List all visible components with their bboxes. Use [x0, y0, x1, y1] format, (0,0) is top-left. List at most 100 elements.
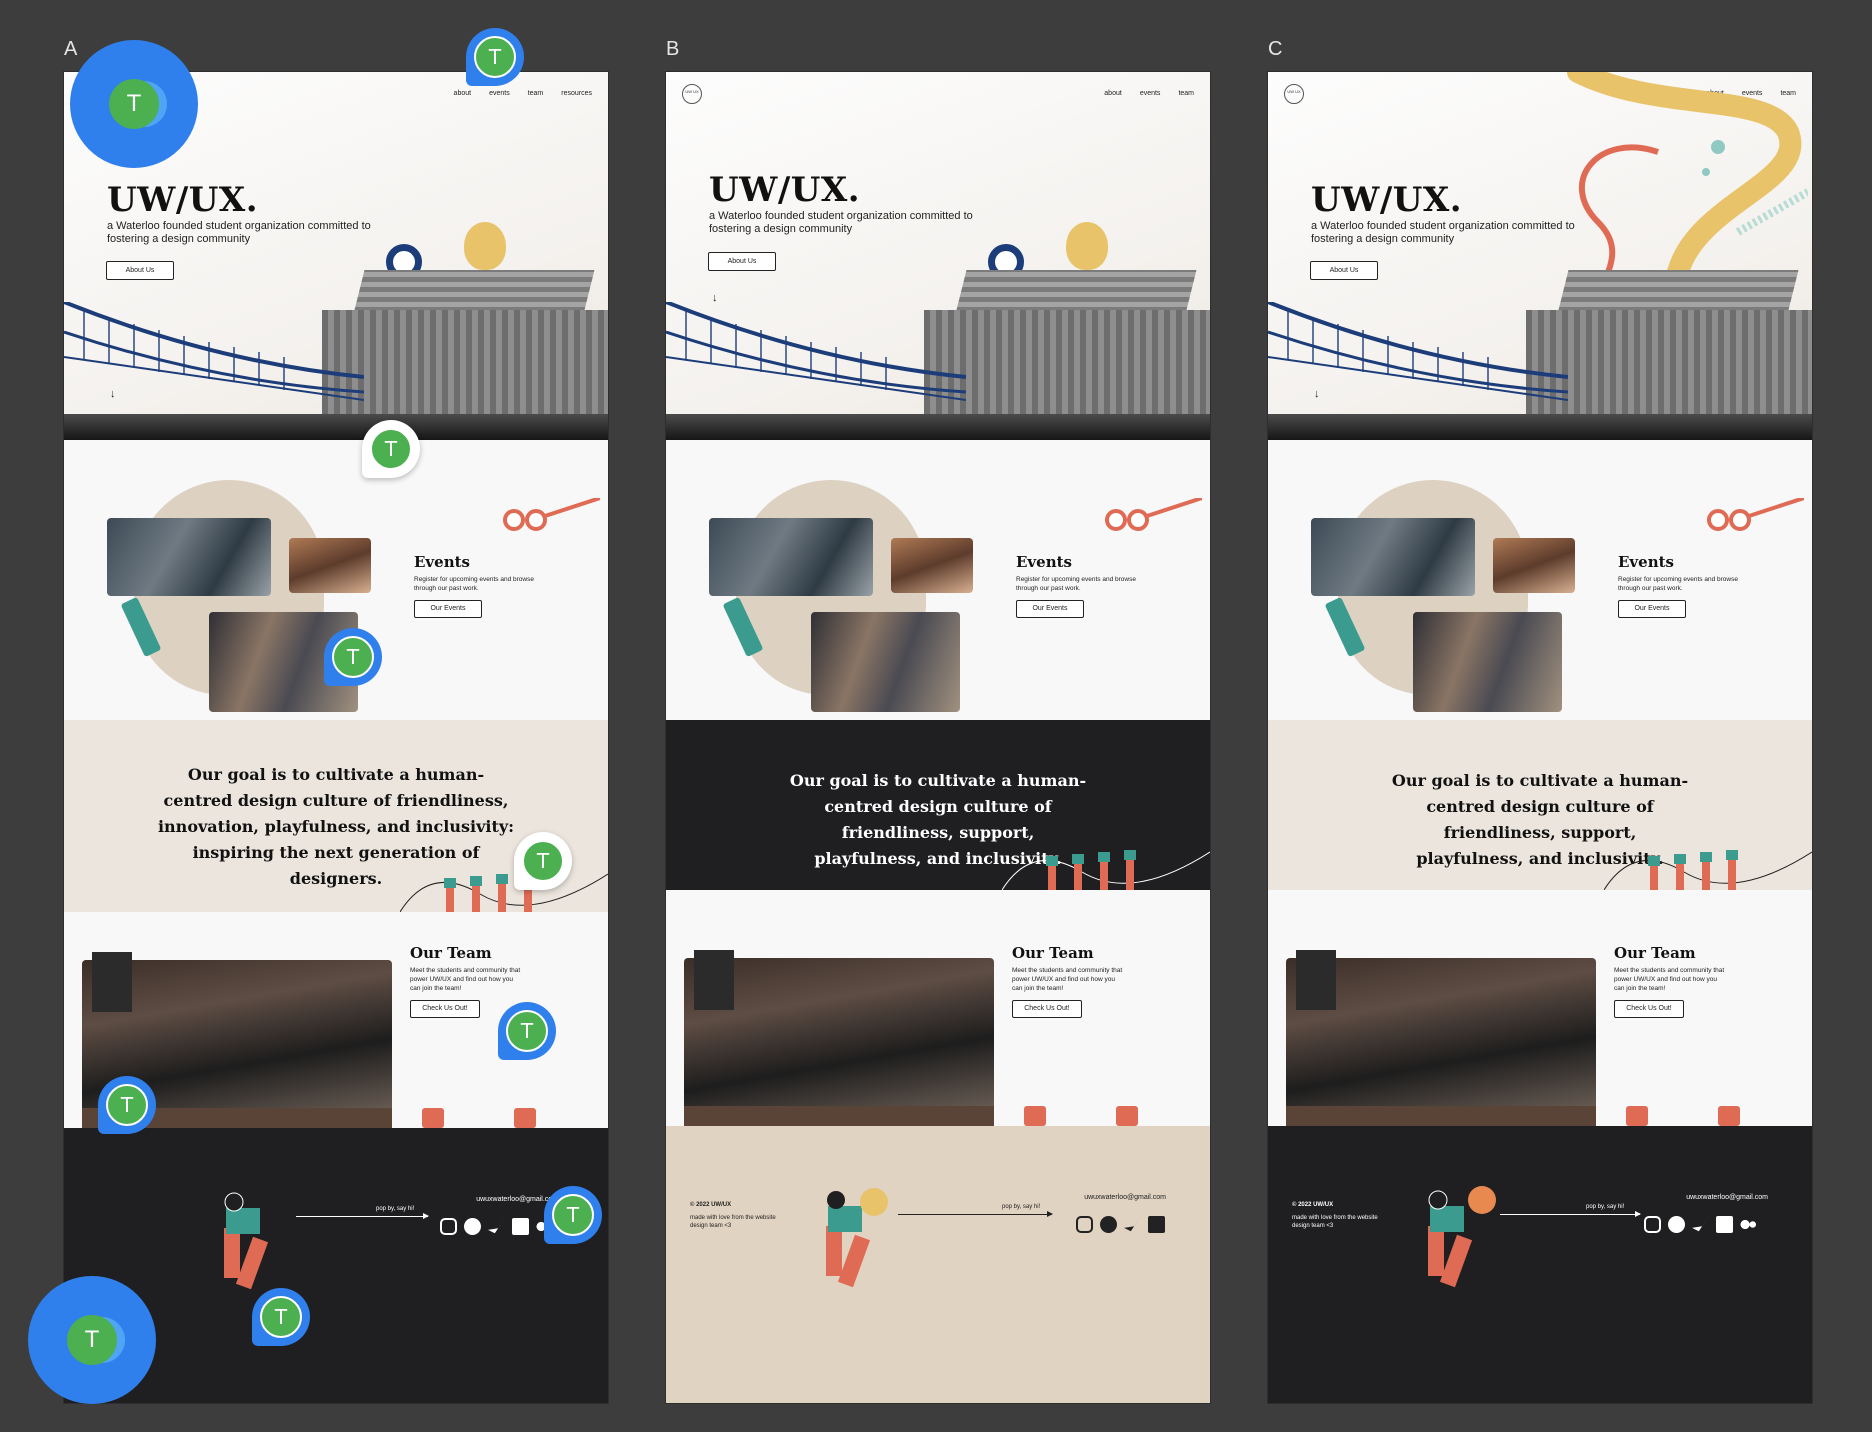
about-us-button[interactable]: About Us: [106, 261, 174, 280]
team-title: Our Team: [410, 944, 492, 962]
facebook-icon[interactable]: [1668, 1216, 1685, 1233]
footer-email[interactable]: uwuxwaterloo@gmail.com: [1084, 1194, 1166, 1201]
nav-team[interactable]: team: [1178, 90, 1194, 97]
nav-events[interactable]: events: [1140, 90, 1161, 97]
footer-character-illustration: [1428, 1186, 1496, 1288]
team-description: Meet the students and community that pow…: [1012, 967, 1123, 992]
footer-arrow-line: [296, 1213, 429, 1219]
lightbulb-character-icon: [464, 222, 506, 270]
artboard-label-b: B: [666, 38, 680, 60]
instagram-icon[interactable]: [440, 1218, 457, 1235]
top-nav: about events team resources: [454, 90, 592, 97]
footer-made-with-love: made with love from the website design t…: [1292, 1215, 1378, 1229]
collaborator-cursor-avatar[interactable]: T: [28, 1276, 156, 1404]
comment-pin[interactable]: T: [324, 628, 382, 686]
sitting-character-2: [1116, 1106, 1138, 1126]
uwux-logo[interactable]: UW UX: [1284, 84, 1304, 104]
events-description: Register for upcoming events and browse …: [414, 576, 534, 592]
events-description: Register for upcoming events and browse …: [1618, 576, 1738, 592]
about-us-button[interactable]: About Us: [1310, 261, 1378, 280]
footer-pop-by: pop by, say hi!: [1586, 1204, 1625, 1210]
uwux-logo[interactable]: UW UX: [682, 84, 702, 104]
avatar: T: [67, 1315, 117, 1365]
our-events-button[interactable]: Our Events: [1618, 600, 1686, 618]
artboard-a[interactable]: about events team resources UW/UX. a Wat…: [64, 72, 608, 1403]
artboard-b[interactable]: UW UX about events team UW/UX. a Waterlo…: [666, 72, 1210, 1403]
hero-title: UW/UX.: [1311, 180, 1463, 220]
hero-subtitle: a Waterloo founded student organization …: [709, 210, 973, 235]
people-illustration: [1002, 850, 1210, 890]
check-us-out-button[interactable]: Check Us Out!: [1012, 1000, 1082, 1018]
hero-title: UW/UX.: [709, 170, 861, 210]
footer-section: © 2022 UW/UX made with love from the web…: [666, 1126, 1210, 1403]
twitter-icon[interactable]: [1124, 1216, 1141, 1232]
footer-section: © 2022 UW/UX made with love from the web…: [1268, 1126, 1812, 1403]
footer-copyright: © 2022 UW/UX: [690, 1202, 732, 1208]
about-us-button[interactable]: About Us: [708, 252, 776, 271]
nav-team[interactable]: team: [528, 90, 544, 97]
glasses-character-icon: [1105, 498, 1202, 531]
facebook-icon[interactable]: [1100, 1216, 1117, 1233]
comment-pin[interactable]: T: [252, 1288, 310, 1346]
ground-shadow: [666, 414, 1210, 440]
nav-about[interactable]: about: [454, 90, 472, 97]
team-description: Meet the students and community that pow…: [1614, 967, 1725, 992]
comment-pin[interactable]: T: [98, 1076, 156, 1134]
footer-character-illustration: [826, 1188, 888, 1288]
top-nav: about events team: [1104, 90, 1194, 97]
check-us-out-button[interactable]: Check Us Out!: [1614, 1000, 1684, 1018]
avatar: T: [506, 1010, 548, 1052]
twitter-icon[interactable]: [1692, 1216, 1709, 1232]
nav-resources[interactable]: resources: [561, 90, 592, 97]
our-events-button[interactable]: Our Events: [414, 600, 482, 618]
hero-section: UW UX about events team UW/UX. a Waterlo…: [1268, 72, 1812, 440]
comment-pin[interactable]: T: [544, 1186, 602, 1244]
team-banner: [1296, 950, 1336, 1010]
collaborator-cursor-avatar[interactable]: T: [70, 40, 198, 168]
team-title: Our Team: [1614, 944, 1696, 962]
twitter-icon[interactable]: [488, 1218, 505, 1234]
artboard-c[interactable]: UW UX about events team UW/UX. a Waterlo…: [1268, 72, 1812, 1403]
events-description: Register for upcoming events and browse …: [1016, 576, 1136, 592]
our-events-button[interactable]: Our Events: [1016, 600, 1084, 618]
social-links: [440, 1218, 553, 1235]
ground-shadow: [1268, 414, 1812, 440]
nav-about[interactable]: about: [1104, 90, 1122, 97]
people-illustration: [400, 872, 608, 912]
hero-section: UW UX about events team UW/UX. a Waterlo…: [666, 72, 1210, 440]
events-photo-1: [1311, 518, 1475, 596]
team-description: Meet the students and community that pow…: [410, 967, 521, 992]
facebook-icon[interactable]: [464, 1218, 481, 1235]
footer-email[interactable]: uwuxwaterloo@gmail.com: [1686, 1194, 1768, 1201]
events-photo-1: [107, 518, 271, 596]
social-links: [1076, 1216, 1165, 1233]
avatar: T: [106, 1084, 148, 1126]
comment-pin[interactable]: T: [514, 832, 572, 890]
comment-pin[interactable]: T: [498, 1002, 556, 1060]
linkedin-icon[interactable]: [512, 1218, 529, 1235]
avatar: T: [109, 79, 159, 129]
team-banner: [694, 950, 734, 1010]
sitting-character-1: [1024, 1106, 1046, 1126]
comment-pin[interactable]: T: [362, 420, 420, 478]
team-title: Our Team: [1012, 944, 1094, 962]
check-us-out-button[interactable]: Check Us Out!: [410, 1000, 480, 1018]
instagram-icon[interactable]: [1076, 1216, 1093, 1233]
footer-copyright: © 2022 UW/UX: [1292, 1202, 1334, 1208]
avatar: T: [552, 1194, 594, 1236]
linkedin-icon[interactable]: [1716, 1216, 1733, 1233]
avatar: T: [522, 840, 564, 882]
linkedin-icon[interactable]: [1148, 1216, 1165, 1233]
events-photo-1: [709, 518, 873, 596]
people-illustration: [1604, 850, 1812, 890]
comment-pin[interactable]: T: [466, 28, 524, 86]
avatar: T: [370, 428, 412, 470]
events-section: Events Register for upcoming events and …: [666, 440, 1210, 720]
events-photo-3: [811, 612, 960, 712]
team-section: Our Team Meet the students and community…: [1268, 890, 1812, 1126]
instagram-icon[interactable]: [1644, 1216, 1661, 1233]
footer-pop-by: pop by, say hi!: [376, 1206, 415, 1212]
bridge-illustration: [64, 302, 364, 401]
medium-icon[interactable]: [1740, 1216, 1757, 1233]
nav-events[interactable]: events: [489, 90, 510, 97]
